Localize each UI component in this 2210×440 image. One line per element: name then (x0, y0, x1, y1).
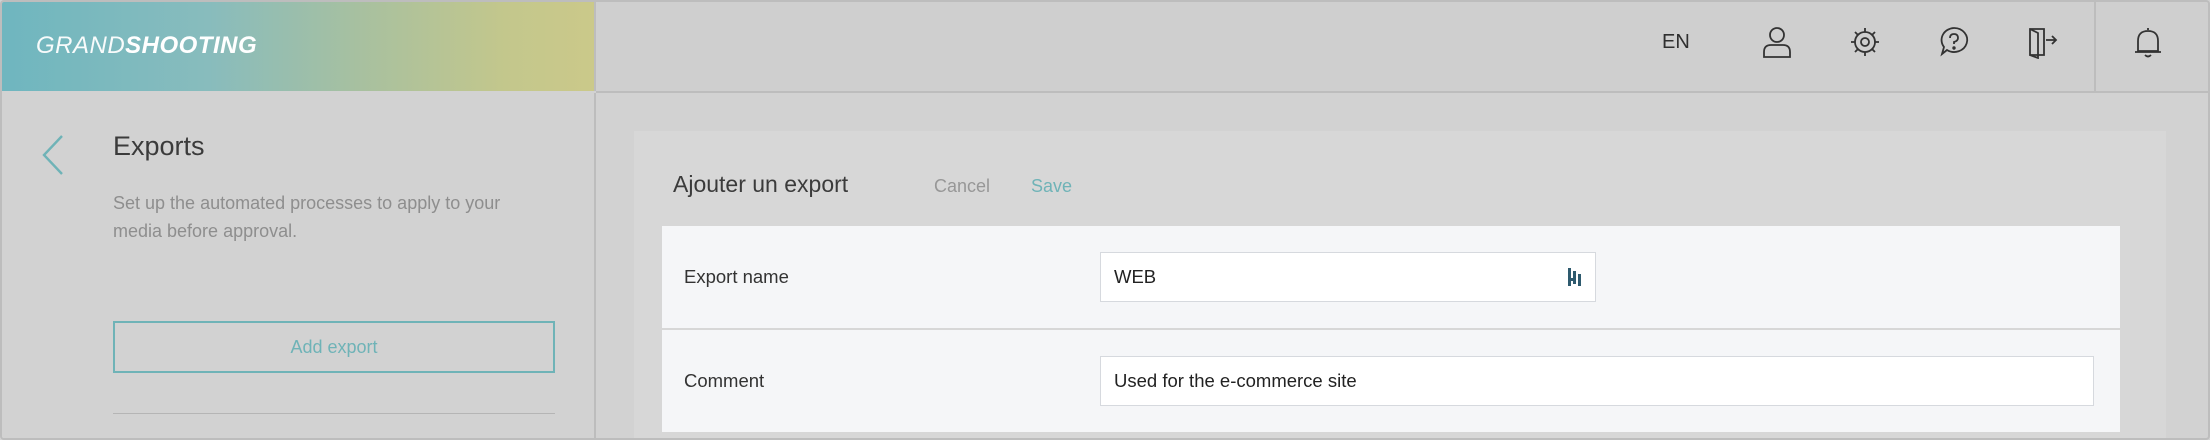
export-name-value: WEB (1114, 266, 1157, 287)
app-window: GRANDSHOOTING EN Exports Set up the auto… (0, 0, 2210, 440)
comment-input[interactable]: Used for the e-commerce site (1100, 356, 2094, 406)
logo-panel: GRANDSHOOTING (2, 2, 596, 91)
export-name-label: Export name (684, 266, 789, 287)
page-title: Exports (113, 131, 205, 161)
form-row-export-name: Export name WEB (662, 226, 2120, 328)
help-icon[interactable] (1936, 22, 1972, 62)
header-divider (2094, 2, 2096, 91)
language-selector[interactable]: EN (1662, 31, 1690, 54)
export-form-card: Ajouter un export Cancel Save Export nam… (634, 131, 2166, 438)
add-export-button[interactable]: Add export (113, 321, 555, 373)
export-name-input[interactable]: WEB (1100, 252, 1596, 302)
logo-text-bold: SHOOTING (125, 32, 258, 59)
back-arrow-icon[interactable] (40, 133, 66, 177)
app-logo[interactable]: GRANDSHOOTING (36, 32, 257, 60)
sidebar-divider (113, 413, 555, 414)
form-row-comment: Comment Used for the e-commerce site (662, 330, 2120, 432)
save-button[interactable]: Save (1031, 176, 1072, 197)
page-description: Set up the automated processes to apply … (113, 193, 501, 241)
form-title: Ajouter un export (673, 171, 849, 197)
comment-value: Used for the e-commerce site (1114, 370, 1357, 391)
bell-icon[interactable] (2130, 22, 2166, 62)
settings-icon[interactable] (1847, 22, 1883, 62)
password-manager-icon[interactable] (1567, 266, 1585, 288)
user-icon[interactable] (1759, 22, 1795, 62)
cancel-button[interactable]: Cancel (934, 176, 990, 197)
logo-text-light: GRAND (36, 32, 126, 59)
comment-label: Comment (684, 370, 765, 391)
logout-icon[interactable] (2024, 22, 2060, 62)
sidebar: Exports Set up the automated processes t… (2, 93, 596, 438)
